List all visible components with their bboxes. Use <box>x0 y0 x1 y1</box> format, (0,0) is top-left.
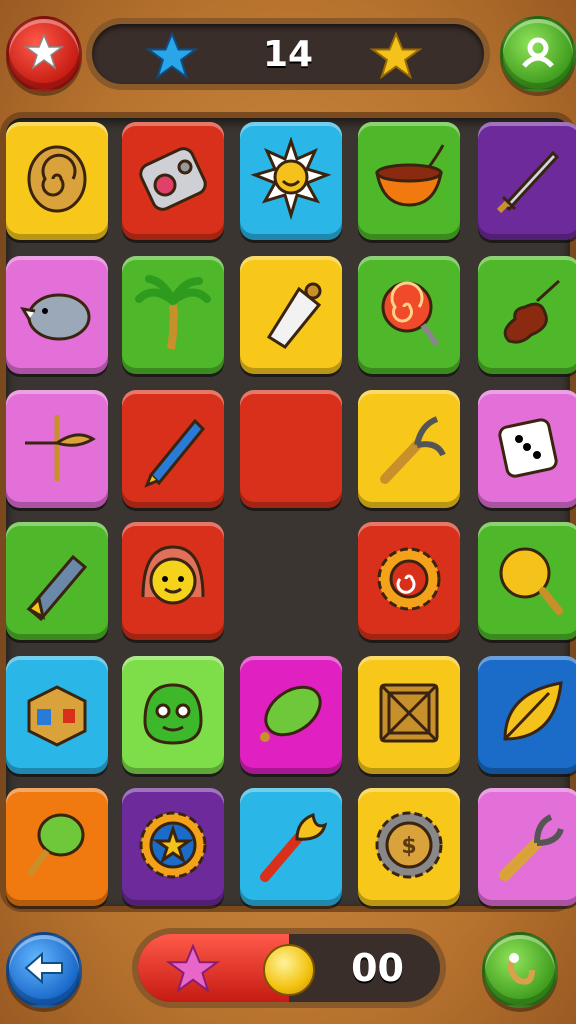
tile-torch[interactable] <box>240 788 342 906</box>
score-value: 14 <box>262 34 314 75</box>
favorites-button[interactable] <box>6 16 82 92</box>
tile-camera-gadget[interactable] <box>122 122 224 240</box>
girl-face-icon <box>131 537 215 625</box>
spiral-amulet-icon <box>15 137 99 225</box>
tile-crate[interactable] <box>358 656 460 774</box>
rhino-icon <box>15 271 99 359</box>
sword-icon <box>487 137 571 225</box>
score-bar: 14 <box>86 18 490 90</box>
tile-sword[interactable] <box>478 122 576 240</box>
dice-icon <box>487 405 571 493</box>
gear-star-icon <box>131 803 215 891</box>
tile-sun-face[interactable] <box>240 122 342 240</box>
tile-lollipop[interactable] <box>358 256 460 374</box>
feather-cross-icon <box>15 405 99 493</box>
hint-button[interactable] <box>482 932 558 1008</box>
tile-cube[interactable] <box>6 656 108 774</box>
tile-gear-star[interactable] <box>122 788 224 906</box>
profile-icon <box>518 32 558 76</box>
lime-icon <box>249 671 333 759</box>
sun-face-icon <box>249 136 333 225</box>
tile-dice[interactable] <box>478 390 576 508</box>
gold-star-icon <box>369 30 423 86</box>
bowl-icon <box>367 137 451 225</box>
progress-bar: 00 <box>132 928 446 1008</box>
game-board: $ <box>0 112 576 912</box>
torch-icon <box>249 803 333 891</box>
coin-gear-icon: $ <box>367 803 451 891</box>
tile-coin-gear[interactable]: $ <box>358 788 460 906</box>
monster-face-icon <box>131 671 215 759</box>
leaf-icon <box>487 671 571 759</box>
tile-girl-face[interactable] <box>122 522 224 640</box>
bottom-count: 00 <box>351 946 404 990</box>
lollipop-icon <box>367 271 451 359</box>
tile-spiral-amulet[interactable] <box>6 122 108 240</box>
tile-rhino[interactable] <box>6 256 108 374</box>
tile-empty-red-tile[interactable] <box>240 390 342 508</box>
tile-bowl[interactable] <box>358 122 460 240</box>
svg-text:$: $ <box>401 834 416 859</box>
profile-button[interactable] <box>500 16 576 92</box>
cube-icon <box>15 671 99 759</box>
crate-icon <box>367 671 451 759</box>
tile-monster-face[interactable] <box>122 656 224 774</box>
tile-gear-swirl[interactable] <box>358 522 460 640</box>
tile-shuttlecock[interactable] <box>240 256 342 374</box>
tile-leaf[interactable] <box>478 656 576 774</box>
tile-marker[interactable] <box>6 522 108 640</box>
violin-icon <box>487 271 571 359</box>
star-icon <box>23 32 65 76</box>
palm-tree-icon <box>131 271 215 359</box>
tile-lime[interactable] <box>240 656 342 774</box>
tile-pen[interactable] <box>122 390 224 508</box>
pink-star-icon <box>165 942 221 1000</box>
tile-violin[interactable] <box>478 256 576 374</box>
tile-magnifier[interactable] <box>478 522 576 640</box>
tile-feather-cross[interactable] <box>6 390 108 508</box>
magnifier-icon <box>487 537 571 625</box>
arrow-left-icon <box>22 950 66 990</box>
pen-icon <box>131 405 215 493</box>
tile-tool[interactable] <box>358 390 460 508</box>
wrench-icon <box>487 803 571 891</box>
back-button[interactable] <box>6 932 82 1008</box>
tile-palm-tree[interactable] <box>122 256 224 374</box>
hook-icon <box>500 948 540 992</box>
tile-maraca[interactable] <box>6 788 108 906</box>
marker-icon <box>15 537 99 625</box>
gear-swirl-icon <box>367 537 451 625</box>
progress-knob[interactable] <box>263 944 315 996</box>
camera-gadget-icon <box>131 137 215 225</box>
tile-wrench[interactable] <box>478 788 576 906</box>
maraca-icon <box>15 803 99 891</box>
tool-icon <box>367 405 451 493</box>
shuttlecock-icon <box>249 271 333 359</box>
